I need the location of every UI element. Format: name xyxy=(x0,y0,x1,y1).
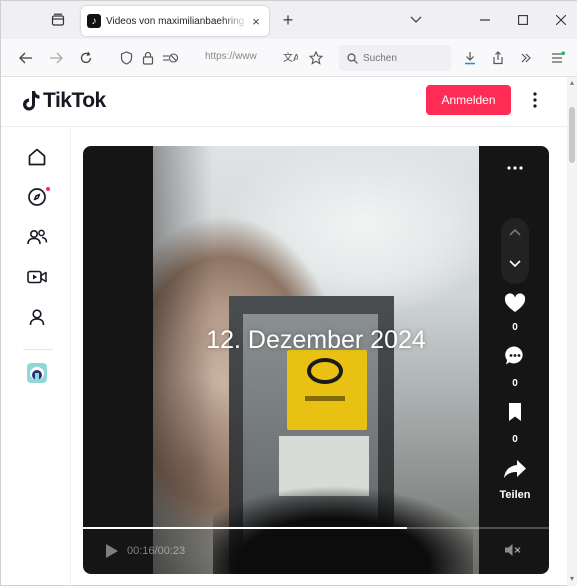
live-video-icon xyxy=(27,270,47,284)
tiktok-sidebar xyxy=(1,127,71,586)
people-icon xyxy=(27,229,48,245)
overflow-chevrons-icon[interactable] xyxy=(515,47,537,69)
download-icon[interactable] xyxy=(459,47,481,69)
maximize-icon[interactable] xyxy=(509,9,537,31)
scene-sign-logo xyxy=(307,358,343,384)
like-icon[interactable] xyxy=(501,291,529,315)
bookmark-star-icon[interactable] xyxy=(305,47,327,69)
video-caption-overlay: 12. Dezember 2024 xyxy=(206,326,426,354)
sidebar-item-home[interactable] xyxy=(23,143,51,171)
scroll-up-icon[interactable]: ▴ xyxy=(568,79,576,87)
tiktok-favicon-icon: ♪ xyxy=(87,14,101,28)
scroll-down-icon[interactable]: ▾ xyxy=(568,575,576,583)
more-options-icon[interactable] xyxy=(527,89,543,111)
comment-count: 0 xyxy=(512,378,518,389)
close-window-icon[interactable] xyxy=(547,9,575,31)
minimize-icon[interactable] xyxy=(471,9,499,31)
sidebar-item-ad-badge[interactable] xyxy=(23,359,51,387)
video-player[interactable]: 12. Dezember 2024 0 0 0 Teilen 00:16/00:… xyxy=(83,146,549,574)
login-button[interactable]: Anmelden xyxy=(426,85,511,115)
forward-arrow-icon[interactable] xyxy=(45,47,67,69)
video-progress-bar[interactable] xyxy=(83,527,549,529)
bookmark-icon[interactable] xyxy=(501,400,529,424)
share-label: Teilen xyxy=(499,489,531,501)
sidebar-item-live[interactable] xyxy=(23,263,51,291)
video-progress-fill xyxy=(83,527,408,529)
tab-tiktok[interactable]: ♪ Videos von maximilianbaehring × xyxy=(81,6,269,36)
url-text[interactable]: https://www.ti xyxy=(205,51,257,62)
like-count: 0 xyxy=(512,322,518,333)
search-input[interactable] xyxy=(363,52,443,64)
previous-video-icon[interactable] xyxy=(503,220,527,244)
tiktok-logo[interactable]: TikTok xyxy=(23,89,106,113)
tab-title: Videos von maximilianbaehring xyxy=(106,15,245,27)
share-icon[interactable] xyxy=(501,457,529,481)
new-tab-icon[interactable]: + xyxy=(277,9,299,31)
svg-text:文A: 文A xyxy=(283,51,298,64)
tab-list-icon[interactable] xyxy=(45,9,71,31)
volume-muted-icon[interactable] xyxy=(501,540,525,560)
notification-dot xyxy=(46,187,50,191)
menu-icon[interactable] xyxy=(547,47,569,69)
back-arrow-icon[interactable] xyxy=(15,47,37,69)
next-video-icon[interactable] xyxy=(503,252,527,276)
search-box[interactable] xyxy=(339,45,451,71)
home-icon xyxy=(28,148,46,166)
tiktok-note-icon xyxy=(23,91,40,111)
scene-sign-text xyxy=(305,396,345,401)
profile-icon xyxy=(29,309,45,326)
scrollbar-thumb[interactable] xyxy=(569,107,575,163)
chevron-down-icon[interactable] xyxy=(405,9,427,31)
bookmark-count: 0 xyxy=(512,434,518,445)
compass-icon xyxy=(28,188,46,206)
share-page-icon[interactable] xyxy=(487,47,509,69)
creator-badge-icon xyxy=(27,363,47,383)
sidebar-item-following[interactable] xyxy=(23,223,51,251)
tiktok-header: TikTok Anmelden xyxy=(1,77,567,127)
video-time: 00:16/00:23 xyxy=(127,545,186,557)
play-icon[interactable] xyxy=(103,542,121,560)
sidebar-divider xyxy=(23,349,53,350)
close-tab-icon[interactable]: × xyxy=(249,14,263,29)
tab-bar: ♪ Videos von maximilianbaehring × + xyxy=(1,1,577,39)
translate-icon[interactable]: 文A xyxy=(279,47,301,69)
video-more-icon[interactable] xyxy=(503,158,527,178)
reload-icon[interactable] xyxy=(75,47,97,69)
browser-window: ♪ Videos von maximilianbaehring × + http… xyxy=(0,0,577,586)
navigation-bar: https://www.ti 文A xyxy=(1,39,577,77)
search-icon xyxy=(347,52,358,64)
sidebar-item-explore[interactable] xyxy=(23,183,51,211)
sidebar-item-profile[interactable] xyxy=(23,303,51,331)
comment-icon[interactable] xyxy=(501,344,529,368)
scene-jacket xyxy=(213,476,473,574)
tiktok-logo-text: TikTok xyxy=(43,89,106,112)
